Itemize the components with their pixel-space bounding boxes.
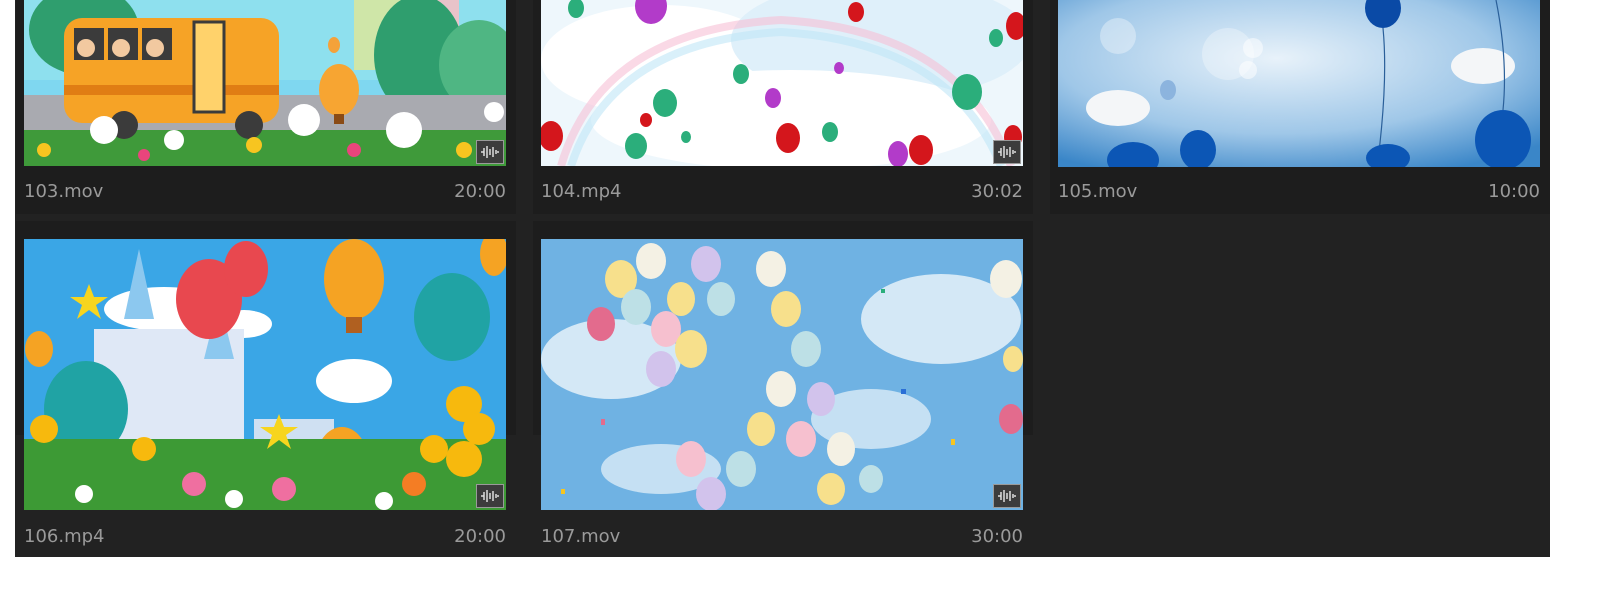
clip-duration: 30:02 (971, 181, 1023, 202)
thumbnail-107[interactable] (541, 239, 1023, 510)
clip-filename: 105.mov (1058, 181, 1138, 202)
clip-meta-107: 107.mov 30:00 (541, 525, 1023, 549)
clip-item-107[interactable]: 107.mov 30:00 (533, 221, 1033, 547)
thumbnail-106[interactable] (24, 239, 506, 510)
clip-meta-106: 106.mp4 20:00 (24, 525, 506, 549)
clip-filename: 106.mp4 (24, 526, 105, 547)
thumbnail-105[interactable] (1058, 0, 1540, 167)
clip-item-104[interactable]: 104.mp4 30:02 (533, 0, 1033, 214)
clip-item-106[interactable]: 106.mp4 20:00 (16, 221, 516, 547)
clip-duration: 20:00 (454, 526, 506, 547)
audio-waveform-icon (993, 484, 1021, 508)
clip-filename: 107.mov (541, 526, 621, 547)
thumbnail-103[interactable] (24, 0, 506, 166)
clip-duration: 10:00 (1488, 181, 1540, 202)
thumbnail-104[interactable] (541, 0, 1023, 166)
media-browser-grid: 103.mov 20:00 104.mp4 30:02 105.mov 10:0… (15, 0, 1550, 557)
audio-waveform-icon (476, 140, 504, 164)
clip-item-103[interactable]: 103.mov 20:00 (16, 0, 516, 214)
clip-filename: 104.mp4 (541, 181, 622, 202)
clip-duration: 30:00 (971, 526, 1023, 547)
clip-meta-105: 105.mov 10:00 (1058, 180, 1540, 204)
audio-waveform-icon (993, 140, 1021, 164)
clip-duration: 20:00 (454, 181, 506, 202)
clip-meta-103: 103.mov 20:00 (24, 180, 506, 204)
clip-meta-104: 104.mp4 30:02 (541, 180, 1023, 204)
clip-item-105[interactable]: 105.mov 10:00 (1050, 0, 1550, 214)
audio-waveform-icon (476, 484, 504, 508)
clip-filename: 103.mov (24, 181, 104, 202)
